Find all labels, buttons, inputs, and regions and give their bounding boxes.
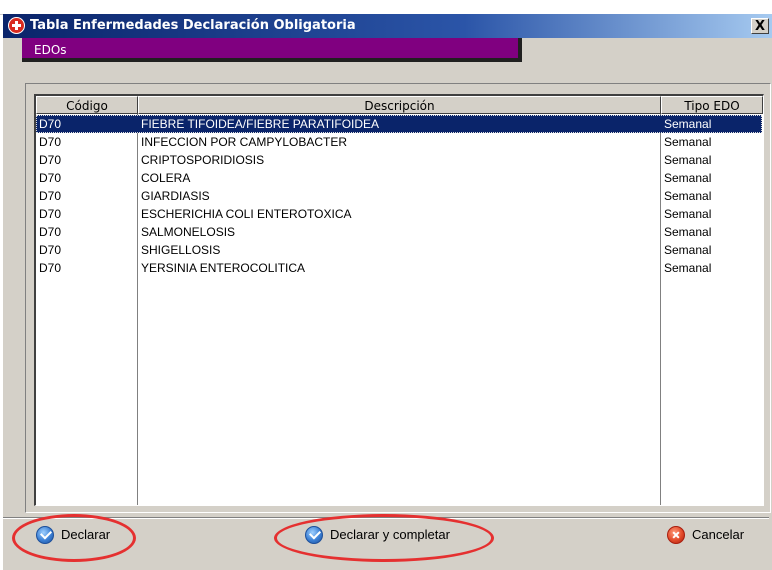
button-bar-separator — [3, 517, 769, 519]
cell-tipo: Semanal — [664, 117, 712, 131]
cell-tipo: Semanal — [664, 171, 712, 185]
table-body: D70 FIEBRE TIFOIDEA/FIEBRE PARATIFOIDEA … — [36, 115, 762, 277]
cell-descripcion: SALMONELOSIS — [141, 225, 236, 239]
cell-codigo: D70 — [39, 117, 62, 131]
declarar-y-completar-button[interactable]: Declarar y completar — [305, 523, 485, 547]
edo-table[interactable]: Código Descripción Tipo EDO D70 FIEBRE T… — [34, 94, 764, 506]
cell-codigo: D70 — [39, 225, 62, 239]
cell-tipo: Semanal — [664, 135, 712, 149]
declarar-y-completar-label: Declarar y completar — [330, 527, 450, 542]
table-row[interactable]: D70 FIEBRE TIFOIDEA/FIEBRE PARATIFOIDEA … — [36, 115, 762, 133]
table-header: Código Descripción Tipo EDO — [36, 96, 763, 114]
cell-tipo: Semanal — [664, 189, 712, 203]
cell-codigo: D70 — [39, 135, 62, 149]
close-button[interactable]: X — [751, 18, 769, 34]
table-row[interactable]: D70 ESCHERICHIA COLI ENTEROTOXICA Semana… — [36, 205, 762, 223]
cell-codigo: D70 — [39, 207, 62, 221]
cell-descripcion: FIEBRE TIFOIDEA/FIEBRE PARATIFOIDEA — [141, 117, 380, 131]
title-bar[interactable]: Tabla Enfermedades Declaración Obligator… — [3, 14, 772, 38]
cell-tipo: Semanal — [664, 225, 712, 239]
cell-tipo: Semanal — [664, 207, 712, 221]
cell-descripcion: SHIGELLOSIS — [141, 243, 221, 257]
cell-descripcion: GIARDIASIS — [141, 189, 210, 203]
table-row[interactable]: D70 SHIGELLOSIS Semanal — [36, 241, 762, 259]
header-tipo-edo[interactable]: Tipo EDO — [661, 96, 763, 114]
app-cross-icon — [8, 17, 25, 34]
table-row[interactable]: D70 CRIPTOSPORIDIOSIS Semanal — [36, 151, 762, 169]
cell-descripcion: COLERA — [141, 171, 191, 185]
cell-codigo: D70 — [39, 243, 62, 257]
cell-descripcion: CRIPTOSPORIDIOSIS — [141, 153, 265, 167]
cell-codigo: D70 — [39, 189, 62, 203]
cell-descripcion: ESCHERICHIA COLI ENTEROTOXICA — [141, 207, 352, 221]
header-codigo[interactable]: Código — [36, 96, 138, 114]
cancelar-button[interactable]: Cancelar — [667, 523, 767, 547]
table-row[interactable]: D70 COLERA Semanal — [36, 169, 762, 187]
table-row[interactable]: D70 GIARDIASIS Semanal — [36, 187, 762, 205]
check-circle-icon — [305, 526, 323, 544]
window-title: Tabla Enfermedades Declaración Obligator… — [30, 18, 356, 33]
table-row[interactable]: D70 YERSINIA ENTEROCOLITICA Semanal — [36, 259, 762, 277]
cancelar-label: Cancelar — [692, 527, 745, 542]
background-window-strip — [0, 0, 772, 15]
declarar-button[interactable]: Declarar — [36, 523, 131, 547]
cell-descripcion: YERSINIA ENTEROCOLITICA — [141, 261, 306, 275]
cell-codigo: D70 — [39, 261, 62, 275]
cell-tipo: Semanal — [664, 243, 712, 257]
table-row[interactable]: D70 INFECCION POR CAMPYLOBACTER Semanal — [36, 133, 762, 151]
table-row[interactable]: D70 SALMONELOSIS Semanal — [36, 223, 762, 241]
declarar-label: Declarar — [61, 527, 111, 542]
tab-edos[interactable]: EDOs — [22, 38, 522, 62]
cell-tipo: Semanal — [664, 261, 712, 275]
check-circle-icon — [36, 526, 54, 544]
cell-codigo: D70 — [39, 153, 62, 167]
cell-descripcion: INFECCION POR CAMPYLOBACTER — [141, 135, 348, 149]
cell-tipo: Semanal — [664, 153, 712, 167]
cancel-circle-icon — [667, 526, 685, 544]
cell-codigo: D70 — [39, 171, 62, 185]
header-descripcion[interactable]: Descripción — [138, 96, 661, 114]
